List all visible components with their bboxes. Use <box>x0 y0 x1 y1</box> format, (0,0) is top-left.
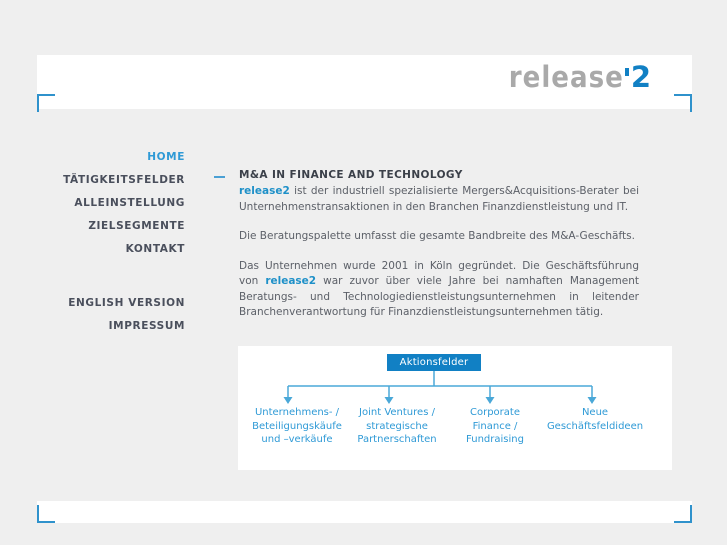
leaf-line-3: Fundraising <box>466 434 524 445</box>
sidebar-item-home[interactable]: HOME <box>20 146 185 169</box>
header-band: release 2 <box>37 55 692 109</box>
sidebar-item-alleinstellung[interactable]: ALLEINSTELLUNG <box>20 192 185 215</box>
diagram-leaf-neue-geschaeftsfeldideen[interactable]: Neue Geschäftsfeldideen <box>520 406 670 433</box>
sidebar-item-english-version[interactable]: ENGLISH VERSION <box>20 292 185 315</box>
aktionsfelder-diagram: Aktionsfelder Unternehmens- / Beteiligun… <box>238 346 672 470</box>
sidebar-item-impressum[interactable]: IMPRESSUM <box>20 315 185 338</box>
paragraph-services: Die Beratungspalette umfasst die gesamte… <box>239 230 635 242</box>
release2-link-2[interactable]: release2 <box>265 275 316 287</box>
paragraph-intro-text: ist der industriell spezialisierte Merge… <box>239 185 639 213</box>
paragraph-company: Das Unternehmen wurde 2001 in Köln gegrü… <box>239 259 639 321</box>
logo-tick-icon <box>624 68 629 76</box>
leaf-line-1: Neue <box>581 407 609 418</box>
logo-wordmark: release <box>508 60 624 94</box>
sidebar-item-zielsegmente[interactable]: ZIELSEGMENTE <box>20 215 185 238</box>
release2-link-1[interactable]: release2 <box>239 185 290 197</box>
sidebar-item-kontakt[interactable]: KONTAKT <box>20 238 185 261</box>
site-logo[interactable]: release 2 <box>509 63 652 92</box>
heading-dash-icon <box>214 176 225 178</box>
sidebar-item-taetigkeitsfelder[interactable]: TÄTIGKEITSFELDER <box>20 169 185 192</box>
heading-row: M&A IN FINANCE AND TECHNOLOGY <box>214 168 639 182</box>
logo-superscript: 2 <box>630 60 652 94</box>
page-title: M&A IN FINANCE AND TECHNOLOGY <box>239 169 463 181</box>
leaf-line-2: Geschäftsfeldideen <box>546 420 644 432</box>
page-root: release 2 HOME TÄTIGKEITSFELDER ALLEINSTE… <box>0 0 727 545</box>
paragraph-intro: release2 ist der industriell spezialisie… <box>239 184 639 215</box>
main-content: M&A IN FINANCE AND TECHNOLOGY release2 i… <box>214 168 639 321</box>
main-navigation: HOME TÄTIGKEITSFELDER ALLEINSTELLUNG ZIE… <box>20 146 185 338</box>
footer-band <box>37 501 692 523</box>
